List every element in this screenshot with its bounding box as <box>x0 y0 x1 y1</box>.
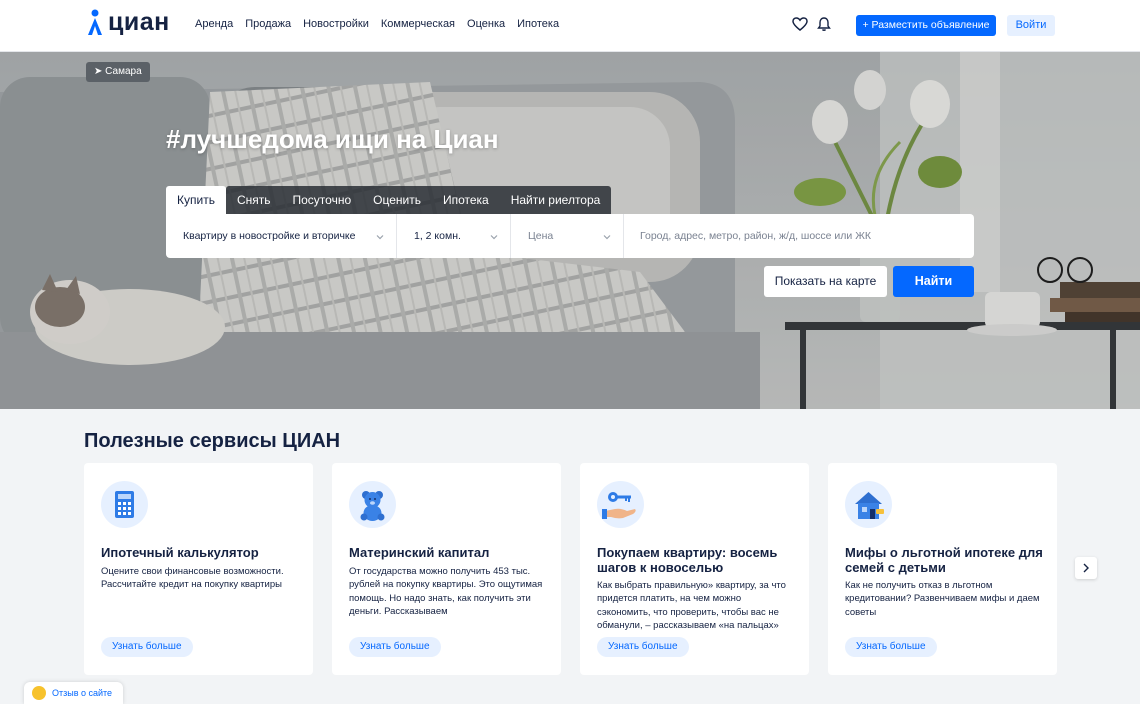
login-button[interactable]: Войти <box>1007 15 1055 36</box>
city-selector[interactable]: ➤ Самара <box>86 62 150 82</box>
card-title: Мифы о льготной ипотеке для семей с деть… <box>845 545 1043 575</box>
service-card-calculator[interactable]: Ипотечный калькулятор Оцените свои финан… <box>84 463 313 675</box>
search-bar: Квартиру в новостройке и вторичке 1, 2 к… <box>166 214 974 258</box>
tab-find-realtor[interactable]: Найти риелтора <box>499 186 612 214</box>
hero-banner: ➤ Самара #лучшедома ищи на Циан Купить С… <box>0 52 1140 409</box>
learn-more-button[interactable]: Узнать больше <box>597 637 689 657</box>
chevron-down-icon <box>376 235 384 240</box>
hero-title: #лучшедома ищи на Циан <box>166 124 499 154</box>
service-card-buying-steps[interactable]: Покупаем квартиру: восемь шагов к новосе… <box>580 463 809 675</box>
house-icon <box>845 481 892 528</box>
cian-logo-icon <box>88 9 102 35</box>
show-on-map-button[interactable]: Показать на карте <box>764 266 887 297</box>
card-description: Как не получить отказ в льготном кредито… <box>845 580 1040 618</box>
tab-buy[interactable]: Купить <box>166 186 226 214</box>
tab-daily[interactable]: Посуточно <box>281 186 363 214</box>
services-title: Полезные сервисы ЦИАН <box>84 430 341 452</box>
location-arrow-icon: ➤ <box>94 66 106 77</box>
feedback-label: Отзыв о сайте <box>52 688 113 698</box>
card-description: Оцените свои финансовые возможности. Рас… <box>101 566 284 591</box>
card-description: От государства можно получить 453 тыс. р… <box>349 566 543 618</box>
city-name: Самара <box>105 66 142 77</box>
learn-more-button[interactable]: Узнать больше <box>349 637 441 657</box>
carousel-next-button[interactable] <box>1075 557 1097 579</box>
nav-item-sale[interactable]: Продажа <box>245 18 291 30</box>
logo-text: циан <box>108 8 170 36</box>
teddy-bear-icon <box>349 481 396 528</box>
place-ad-button[interactable]: + Разместить объявление <box>856 15 996 36</box>
learn-more-button[interactable]: Узнать больше <box>101 637 193 657</box>
tab-rent[interactable]: Снять <box>225 186 282 214</box>
service-card-maternity-capital[interactable]: Материнский капитал От государства можно… <box>332 463 561 675</box>
logo[interactable]: циан <box>86 8 170 37</box>
find-button[interactable]: Найти <box>893 266 974 297</box>
smile-emoji-icon <box>32 686 46 700</box>
card-title: Покупаем квартиру: восемь шагов к новосе… <box>597 545 778 575</box>
feedback-widget[interactable]: Отзыв о сайте <box>24 682 123 704</box>
price-select[interactable]: Цена <box>511 214 624 258</box>
chevron-right-icon <box>1083 563 1089 573</box>
card-description: Как выбрать правильную» квартиру, за что… <box>597 580 786 632</box>
calculator-icon <box>101 481 148 528</box>
nav-item-mortgage[interactable]: Ипотека <box>517 18 559 30</box>
main-nav: Аренда Продажа Новостройки Коммерческая … <box>195 18 559 30</box>
nav-item-commercial[interactable]: Коммерческая <box>381 18 455 30</box>
property-type-value: Квартиру в новостройке и вторичке <box>183 230 356 242</box>
nav-item-rent[interactable]: Аренда <box>195 18 233 30</box>
nav-item-valuation[interactable]: Оценка <box>467 18 505 30</box>
deal-type-tabs: Купить Снять Посуточно Оценить Ипотека Н… <box>166 186 612 214</box>
card-title: Материнский капитал <box>349 545 490 560</box>
address-search-input[interactable]: Город, адрес, метро, район, ж/д, шоссе и… <box>624 214 974 258</box>
key-hand-icon <box>597 481 644 528</box>
chevron-down-icon <box>490 235 498 240</box>
property-type-select[interactable]: Квартиру в новостройке и вторичке <box>166 214 397 258</box>
rooms-value: 1, 2 комн. <box>414 230 461 242</box>
nav-item-new-buildings[interactable]: Новостройки <box>303 18 369 30</box>
service-card-family-mortgage[interactable]: Мифы о льготной ипотеке для семей с деть… <box>828 463 1057 675</box>
card-title: Ипотечный калькулятор <box>101 545 259 560</box>
learn-more-button[interactable]: Узнать больше <box>845 637 937 657</box>
header: циан Аренда Продажа Новостройки Коммерче… <box>0 0 1140 52</box>
bell-icon[interactable] <box>816 16 832 32</box>
tab-mortgage[interactable]: Ипотека <box>431 186 500 214</box>
rooms-select[interactable]: 1, 2 комн. <box>397 214 511 258</box>
price-placeholder: Цена <box>528 230 554 242</box>
heart-icon[interactable] <box>792 16 808 32</box>
chevron-down-icon <box>603 235 611 240</box>
tab-valuate[interactable]: Оценить <box>362 186 432 214</box>
